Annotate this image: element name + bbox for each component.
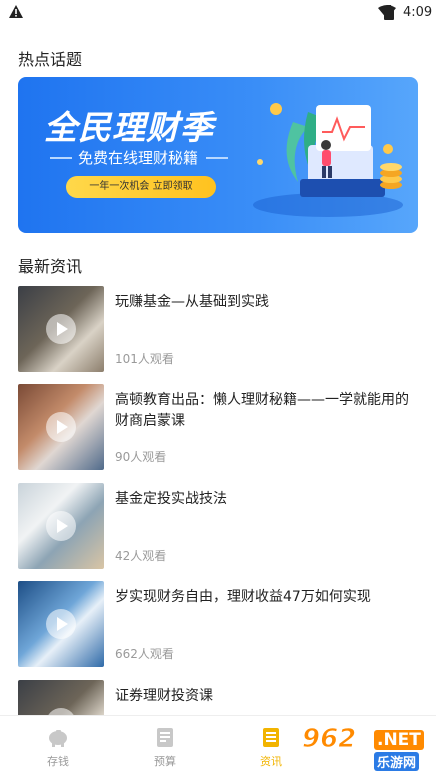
news-title: 高顿教育出品：懒人理财秘籍——一学就能用的财商启蒙课 xyxy=(115,392,409,429)
news-title: 基金定投实战技法 xyxy=(115,491,227,507)
site-watermark: 962 .NET 乐游网 xyxy=(301,724,432,771)
watermark-site: 乐游网 xyxy=(374,752,420,771)
promo-banner[interactable]: 全民理财季 免费在线理财秘籍 一年一次机会 立即领取 xyxy=(18,77,418,233)
play-icon xyxy=(46,412,76,442)
play-icon xyxy=(46,314,76,344)
play-icon xyxy=(46,609,76,639)
news-icon xyxy=(263,728,279,747)
watermark-net: .NET xyxy=(374,730,424,750)
view-count: 42人观看 xyxy=(115,549,167,563)
tab-budget[interactable]: 预算 xyxy=(125,726,205,772)
tab-budget-label: 预算 xyxy=(154,755,176,768)
piggy-bank-icon xyxy=(49,730,67,747)
view-count: 101人观看 xyxy=(115,352,174,366)
status-time: 4:09 xyxy=(403,5,433,20)
hot-topics-title: 热点话题 xyxy=(18,50,83,69)
video-thumbnail xyxy=(18,581,104,667)
watermark-number: 962 xyxy=(301,724,357,755)
banner-headline: 全民理财季 xyxy=(44,108,214,147)
banner-divider-right xyxy=(206,157,228,159)
warning-icon xyxy=(9,5,23,18)
banner-subtitle: 免费在线理财秘籍 xyxy=(77,149,198,167)
view-count: 662人观看 xyxy=(115,647,174,661)
latest-news-title: 最新资讯 xyxy=(18,257,83,276)
budget-icon xyxy=(157,728,173,747)
news-item[interactable]: 高顿教育出品：懒人理财秘籍——一学就能用的财商启蒙课 90人观看 xyxy=(18,384,418,470)
view-count: 90人观看 xyxy=(115,450,167,464)
video-thumbnail xyxy=(18,286,104,372)
tab-save-label: 存钱 xyxy=(47,755,69,768)
news-title: 岁实现财务自由，理财收益47万如何实现 xyxy=(115,589,371,605)
news-item[interactable]: 玩赚基金—从基础到实践 101人观看 xyxy=(18,286,418,372)
banner-illustration xyxy=(253,103,403,217)
status-bar: 4:09 xyxy=(0,0,436,26)
tab-save[interactable]: 存钱 xyxy=(18,726,98,772)
battery-icon xyxy=(384,5,394,20)
news-item[interactable]: 岁实现财务自由，理财收益47万如何实现 662人观看 xyxy=(18,581,418,667)
news-title: 玩赚基金—从基础到实践 xyxy=(115,294,269,310)
tab-news[interactable]: 资讯 xyxy=(231,726,311,772)
banner-claim-button[interactable]: 一年一次机会 立即领取 xyxy=(66,176,216,198)
news-item[interactable]: 基金定投实战技法 42人观看 xyxy=(18,483,418,569)
play-icon xyxy=(46,511,76,541)
tab-news-label: 资讯 xyxy=(260,755,282,768)
news-title: 证券理财投资课 xyxy=(115,688,213,704)
video-thumbnail xyxy=(18,483,104,569)
video-thumbnail xyxy=(18,384,104,470)
